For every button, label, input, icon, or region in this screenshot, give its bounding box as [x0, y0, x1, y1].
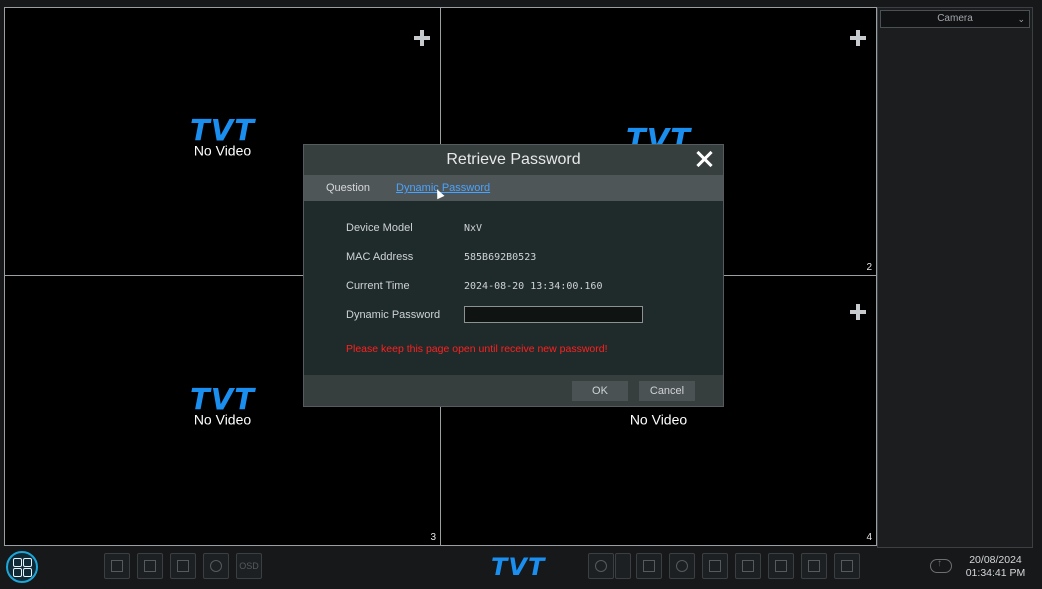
sequence-icon[interactable]	[203, 553, 229, 579]
intercom-icon[interactable]	[669, 553, 695, 579]
camera-icon[interactable]	[636, 553, 662, 579]
mac-address-label: MAC Address	[346, 251, 414, 263]
clock-time: 01:34:41 PM	[965, 567, 1026, 579]
add-camera-icon[interactable]	[850, 30, 866, 46]
current-time-label: Current Time	[346, 280, 410, 292]
tvt-logo: TVT	[189, 381, 256, 416]
add-camera-icon[interactable]	[850, 304, 866, 320]
tile-logo-group: TVT No Video	[189, 381, 256, 427]
taskbar: OSD TVT 20/08/2024 01:34:41 PM	[0, 548, 1042, 589]
tile-logo-group: TVT No Video	[189, 112, 256, 158]
cancel-button[interactable]: Cancel	[639, 381, 695, 401]
cloud-upload-icon[interactable]	[930, 558, 952, 573]
device-model-label: Device Model	[346, 222, 413, 234]
tile-number: 4	[866, 532, 872, 543]
dialog-title: Retrieve Password	[446, 151, 581, 168]
chevron-up-icon[interactable]	[615, 553, 631, 579]
system-clock: 20/08/2024 01:34:41 PM	[958, 554, 1033, 580]
device-model-value: NxV	[464, 223, 483, 234]
add-camera-icon[interactable]	[414, 30, 430, 46]
tile-number: 3	[430, 532, 436, 543]
menu-grid-icon	[13, 558, 22, 567]
dialog-body: Device Model NxV MAC Address 585B692B052…	[304, 201, 723, 375]
screen-icon[interactable]	[834, 553, 860, 579]
playback-icon[interactable]	[588, 553, 614, 579]
pos-icon[interactable]	[801, 553, 827, 579]
menu-grid-icon	[23, 568, 32, 577]
ok-button[interactable]: OK	[572, 381, 628, 401]
chevron-down-icon: ⌄	[1017, 14, 1025, 24]
tvt-logo: TVT	[491, 553, 546, 581]
tvt-logo: TVT	[189, 112, 256, 147]
dialog-tabs: Question Dynamic Password	[304, 175, 723, 201]
menu-grid-icon	[23, 558, 32, 567]
osd-label: OSD	[239, 561, 259, 571]
dynamic-password-label: Dynamic Password	[346, 309, 441, 321]
no-video-label: No Video	[193, 410, 252, 427]
menu-grid-icon	[13, 568, 22, 577]
camera-select-value: Camera	[937, 13, 973, 24]
tab-question[interactable]: Question	[326, 182, 370, 194]
dialog-header: Retrieve Password	[304, 145, 723, 175]
osd-icon[interactable]: OSD	[236, 553, 262, 579]
current-time-value: 2024-08-20 13:34:00.160	[464, 281, 603, 292]
single-view-icon[interactable]	[137, 553, 163, 579]
split-view-icon[interactable]	[170, 553, 196, 579]
fullscreen-icon[interactable]	[104, 553, 130, 579]
mac-address-value: 585B692B0523	[464, 252, 537, 263]
backup-icon[interactable]	[735, 553, 761, 579]
dialog-footer: OK Cancel	[304, 375, 723, 406]
tile-number: 2	[866, 262, 872, 273]
warning-message: Please keep this page open until receive…	[346, 343, 608, 355]
close-icon[interactable]	[695, 150, 713, 168]
record-icon[interactable]	[702, 553, 728, 579]
camera-panel: Camera ⌄	[877, 7, 1033, 548]
disk-icon[interactable]	[768, 553, 794, 579]
no-video-label: No Video	[629, 410, 688, 427]
clock-date: 20/08/2024	[969, 554, 1022, 566]
camera-select[interactable]: Camera ⌄	[880, 10, 1030, 28]
retrieve-password-dialog: Retrieve Password Question Dynamic Passw…	[303, 144, 724, 407]
no-video-label: No Video	[193, 141, 252, 158]
start-menu-button[interactable]	[6, 551, 38, 583]
dynamic-password-input[interactable]	[464, 306, 643, 323]
